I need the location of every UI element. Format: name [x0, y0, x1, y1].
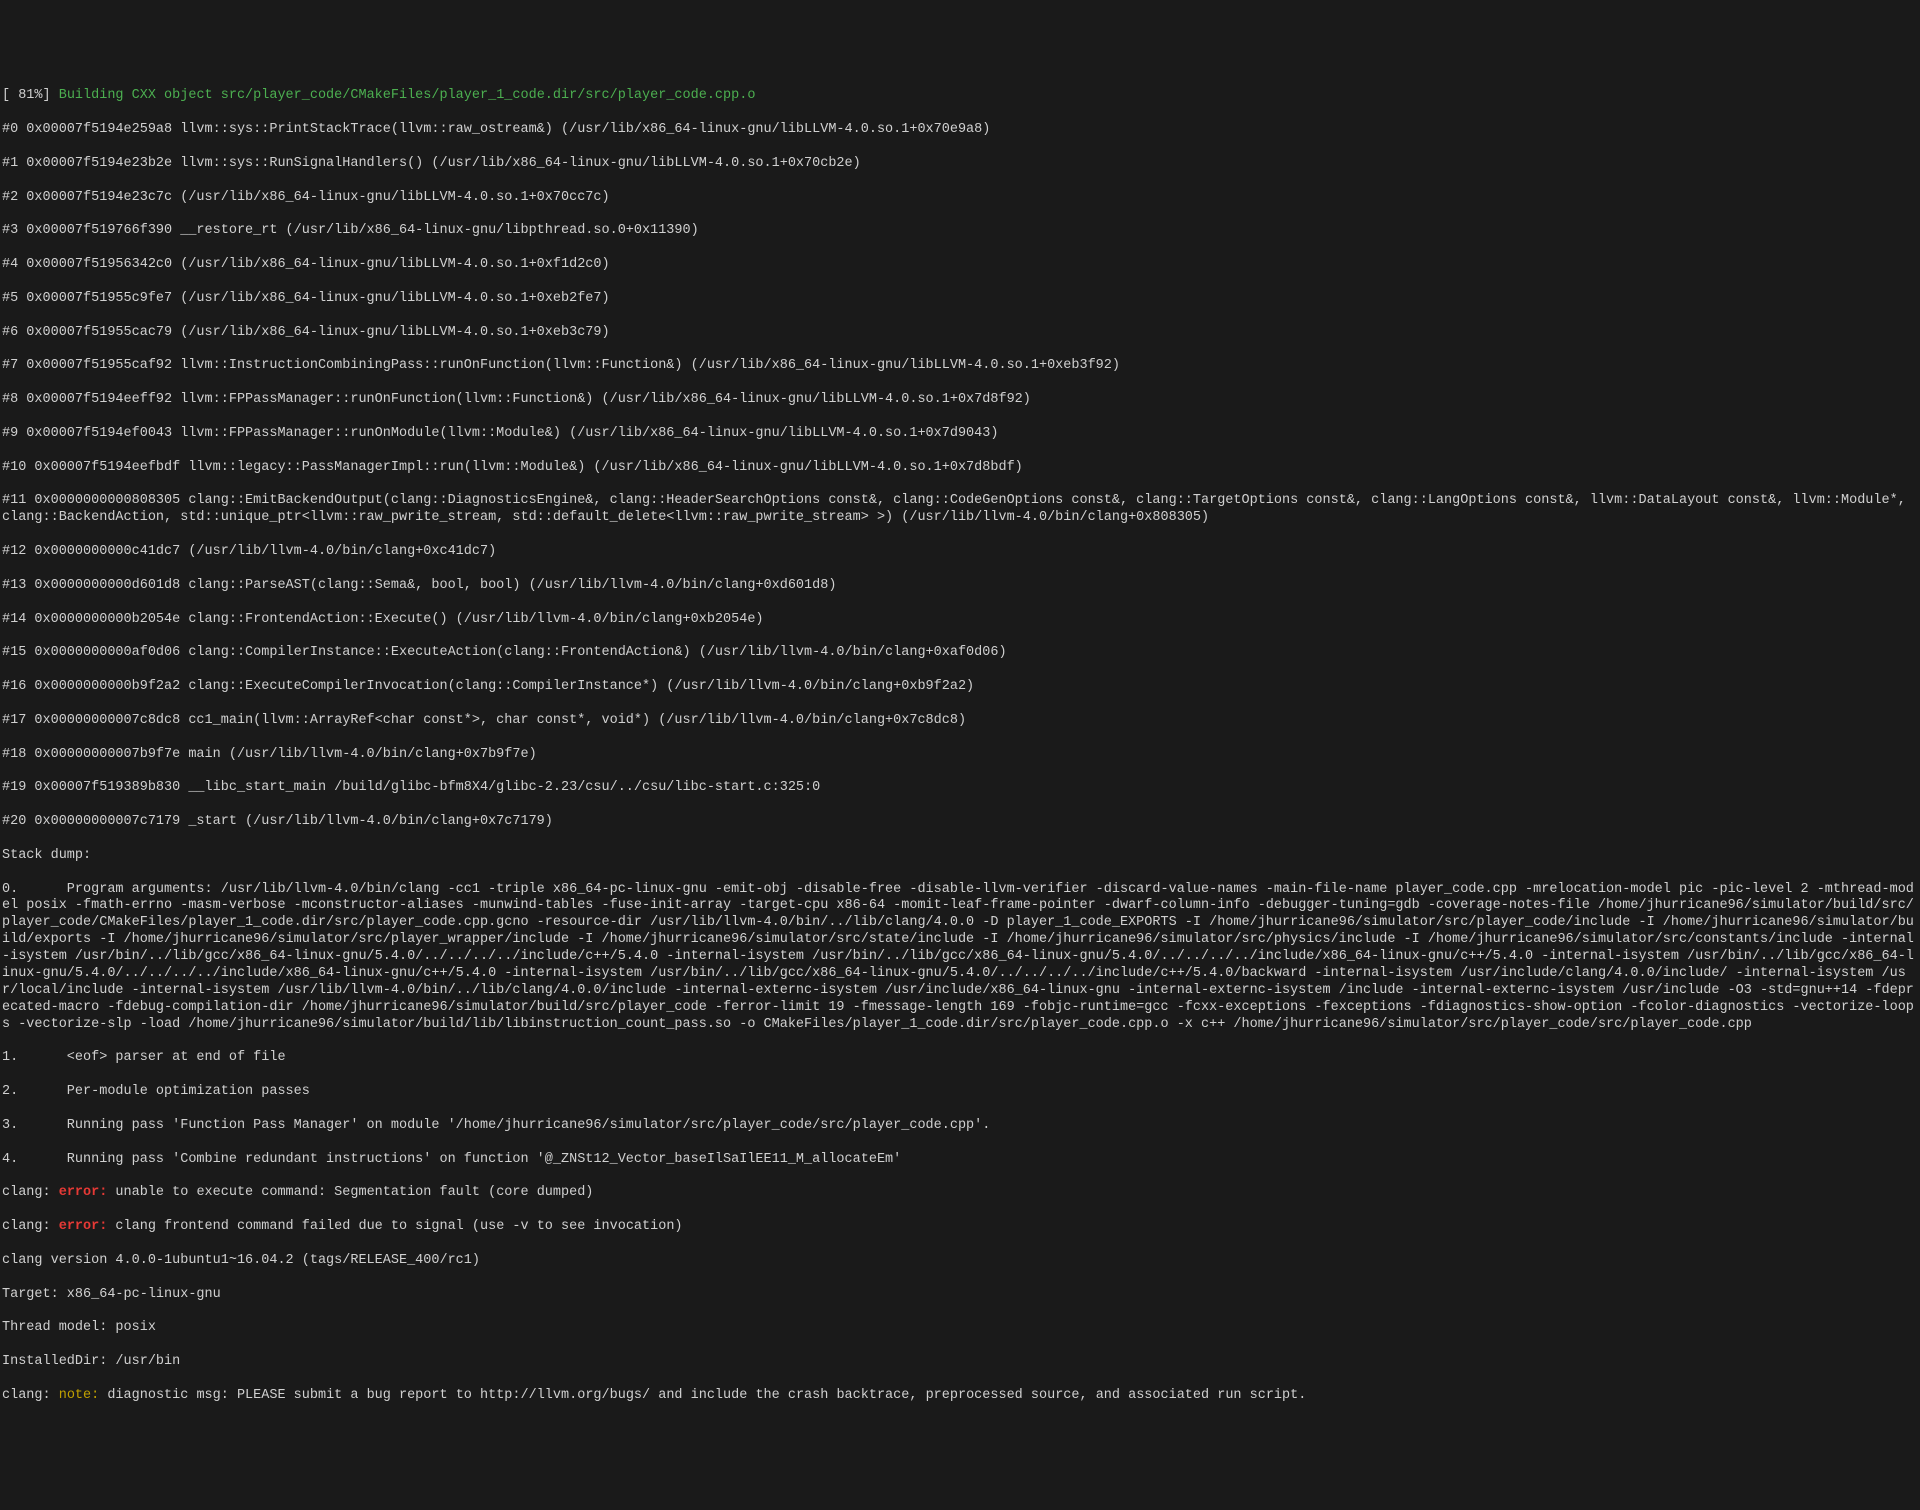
note-tag: note:: [59, 1388, 100, 1403]
stack-frame: #5 0x00007f51955c9fe7 (/usr/lib/x86_64-l…: [2, 291, 1918, 308]
clang-error-line: clang: error: unable to execute command:…: [2, 1185, 1918, 1202]
stack-frame: #10 0x00007f5194eefbdf llvm::legacy::Pas…: [2, 460, 1918, 477]
error-tag: error:: [59, 1219, 108, 1234]
dump-line: 3. Running pass 'Function Pass Manager' …: [2, 1118, 1918, 1135]
stack-frame: #11 0x0000000000808305 clang::EmitBacken…: [2, 493, 1918, 527]
stack-frame: #18 0x00000000007b9f7e main (/usr/lib/ll…: [2, 747, 1918, 764]
clang-target: Target: x86_64-pc-linux-gnu: [2, 1287, 1918, 1304]
clang-prefix: clang:: [2, 1185, 59, 1200]
stack-frame: #15 0x0000000000af0d06 clang::CompilerIn…: [2, 645, 1918, 662]
clang-error-line: clang: error: clang frontend command fai…: [2, 1219, 1918, 1236]
stack-frame: #6 0x00007f51955cac79 (/usr/lib/x86_64-l…: [2, 325, 1918, 342]
stack-frame: #7 0x00007f51955caf92 llvm::InstructionC…: [2, 358, 1918, 375]
clang-version: clang version 4.0.0-1ubuntu1~16.04.2 (ta…: [2, 1253, 1918, 1270]
note-text: diagnostic msg: PLEASE submit a bug repo…: [99, 1388, 1306, 1403]
terminal-output[interactable]: [ 81%] Building CXX object src/player_co…: [2, 72, 1918, 1422]
clang-installed-dir: InstalledDir: /usr/bin: [2, 1354, 1918, 1371]
stack-frame: #14 0x0000000000b2054e clang::FrontendAc…: [2, 612, 1918, 629]
clang-prefix: clang:: [2, 1219, 59, 1234]
stack-frame: #12 0x0000000000c41dc7 (/usr/lib/llvm-4.…: [2, 544, 1918, 561]
dump-line: 2. Per-module optimization passes: [2, 1084, 1918, 1101]
error-tag: error:: [59, 1185, 108, 1200]
stack-frame: #20 0x00000000007c7179 _start (/usr/lib/…: [2, 814, 1918, 831]
build-progress-line: [ 81%] Building CXX object src/player_co…: [2, 88, 1918, 105]
error-text: clang frontend command failed due to sig…: [107, 1219, 682, 1234]
dump-line: 4. Running pass 'Combine redundant instr…: [2, 1152, 1918, 1169]
clang-prefix: clang:: [2, 1388, 59, 1403]
stack-frame: #13 0x0000000000d601d8 clang::ParseAST(c…: [2, 578, 1918, 595]
stack-frame: #3 0x00007f519766f390 __restore_rt (/usr…: [2, 223, 1918, 240]
dump-line: 1. <eof> parser at end of file: [2, 1050, 1918, 1067]
stack-frame: #19 0x00007f519389b830 __libc_start_main…: [2, 780, 1918, 797]
dump-line: 0. Program arguments: /usr/lib/llvm-4.0/…: [2, 882, 1918, 1034]
stack-frame: #4 0x00007f51956342c0 (/usr/lib/x86_64-l…: [2, 257, 1918, 274]
stack-frame: #9 0x00007f5194ef0043 llvm::FPPassManage…: [2, 426, 1918, 443]
stack-frame: #16 0x0000000000b9f2a2 clang::ExecuteCom…: [2, 679, 1918, 696]
stack-frame: #8 0x00007f5194eeff92 llvm::FPPassManage…: [2, 392, 1918, 409]
build-percent: [ 81%]: [2, 88, 59, 103]
clang-note-line: clang: note: diagnostic msg: PLEASE subm…: [2, 1388, 1918, 1405]
stack-frame: #0 0x00007f5194e259a8 llvm::sys::PrintSt…: [2, 122, 1918, 139]
stack-dump-header: Stack dump:: [2, 848, 1918, 865]
build-status-text: Building CXX object src/player_code/CMak…: [59, 88, 756, 103]
stack-frame: #17 0x00000000007c8dc8 cc1_main(llvm::Ar…: [2, 713, 1918, 730]
error-text: unable to execute command: Segmentation …: [107, 1185, 593, 1200]
stack-frame: #1 0x00007f5194e23b2e llvm::sys::RunSign…: [2, 156, 1918, 173]
clang-thread-model: Thread model: posix: [2, 1320, 1918, 1337]
stack-frame: #2 0x00007f5194e23c7c (/usr/lib/x86_64-l…: [2, 190, 1918, 207]
